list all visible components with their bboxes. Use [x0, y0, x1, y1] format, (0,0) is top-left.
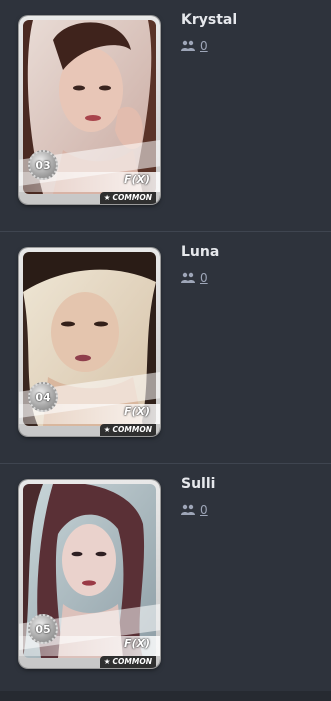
member-count-link[interactable]: 0	[200, 271, 208, 285]
card-info: Sulli 0	[181, 475, 215, 517]
star-icon: ★	[103, 425, 111, 434]
card-image[interactable]: 03 F(X) ★ COMMON	[19, 16, 160, 204]
card-info: Krystal 0	[181, 11, 237, 53]
list-item: 05 F(X) ★ COMMON Sulli 0	[0, 464, 331, 696]
member-count: 0	[181, 271, 219, 285]
member-count: 0	[181, 503, 215, 517]
member-count-link[interactable]: 0	[200, 39, 208, 53]
card-info: Luna 0	[181, 243, 219, 285]
card-rarity-label: COMMON	[112, 193, 152, 202]
card-rarity-badge: ★ COMMON	[99, 424, 156, 436]
list-item: 03 F(X) ★ COMMON Krystal 0	[0, 0, 331, 232]
card-name: Krystal	[181, 12, 238, 28]
card-rarity-label: COMMON	[112, 657, 152, 666]
list-item: 04 F(X) ★ COMMON Luna 0	[0, 232, 331, 464]
bottom-edge	[0, 691, 331, 701]
card-group-label: F(X)	[123, 173, 150, 186]
card-image[interactable]: 05 F(X) ★ COMMON	[19, 480, 160, 668]
card-group-label: F(X)	[123, 405, 150, 418]
users-icon	[181, 504, 197, 516]
card-name: Luna	[181, 244, 220, 260]
card-image[interactable]: 04 F(X) ★ COMMON	[19, 248, 160, 436]
card-number-badge: 05	[28, 614, 58, 644]
star-icon: ★	[103, 193, 111, 202]
card-number-badge: 03	[28, 150, 58, 180]
card-rarity-badge: ★ COMMON	[99, 192, 156, 204]
card-rarity-badge: ★ COMMON	[99, 656, 156, 668]
card-group-label: F(X)	[123, 637, 150, 650]
member-count: 0	[181, 39, 237, 53]
card-number-badge: 04	[28, 382, 58, 412]
member-count-link[interactable]: 0	[200, 503, 208, 517]
card-list: 03 F(X) ★ COMMON Krystal 0 04 F(X) ★ COM…	[0, 0, 331, 692]
users-icon	[181, 40, 197, 52]
users-icon	[181, 272, 197, 284]
card-name: Sulli	[181, 476, 216, 492]
star-icon: ★	[103, 657, 111, 666]
card-rarity-label: COMMON	[112, 425, 152, 434]
